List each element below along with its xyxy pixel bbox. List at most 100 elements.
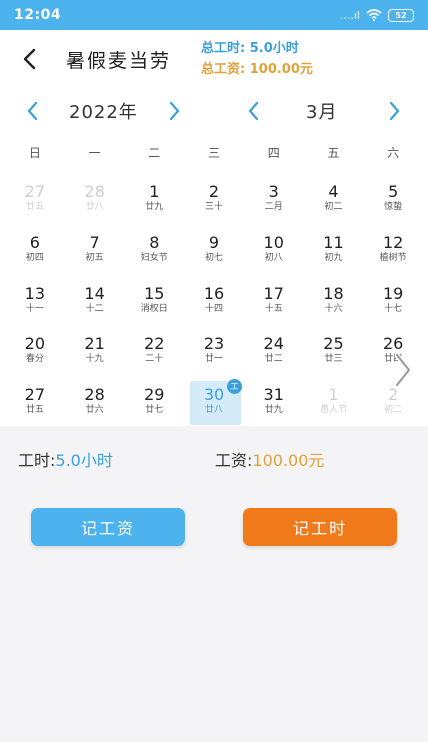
battery-icon: 52 [388,8,414,22]
weekday-label: 三 [208,146,221,160]
lunar-date: 十七 [384,303,403,314]
day-number: 20 [24,334,46,354]
header: 暑假麦当劳 总工时: 5.0小时 总工资: 100.00元 [0,30,428,88]
lunar-date: 十九 [85,354,104,365]
wage-label: 工资: [215,451,253,470]
day-number: 16 [203,283,225,303]
day-number: 1 [149,182,160,201]
calendar-day[interactable]: 28 廿八 [65,175,125,226]
signal-icon: ....ıl [339,8,360,22]
lunar-date: 植树节 [379,252,407,263]
status-time: 12:04 [14,7,62,23]
calendar-day[interactable]: 15 消权日 [124,277,184,328]
day-number: 28 [84,182,105,201]
record-wage-button[interactable]: 记工资 [31,508,185,546]
swipe-next-button[interactable] [388,350,418,390]
calendar-day[interactable]: 14 十二 [65,277,125,328]
day-number: 21 [84,334,105,354]
calendar-day[interactable]: 9 初七 [184,226,244,277]
lunar-date: 廿二 [264,354,283,365]
day-number: 29 [144,385,165,405]
weekday-label: 二 [148,146,161,160]
weekday-label: 日 [28,146,41,160]
total-hours: 总工时: 5.0小时 [201,41,299,56]
day-number: 8 [149,232,160,252]
back-button[interactable] [14,42,44,76]
lunar-date: 廿一 [205,354,224,365]
calendar-day[interactable]: 1 愚人节 [304,378,364,429]
calendar-day[interactable]: 6 初四 [5,226,65,277]
lunar-date: 廿八 [85,202,104,212]
day-number: 19 [382,283,404,303]
day-number: 31 [263,385,284,405]
calendar-day[interactable]: 18 十六 [304,277,364,328]
lunar-date: 初二 [324,202,343,212]
chevron-left-icon [23,48,36,70]
day-number: 27 [24,385,46,405]
weekday-label: 四 [267,146,280,160]
hours-label: 工时: [18,451,56,470]
wage-value: 100.00元 [252,451,325,470]
calendar-day[interactable]: 16 十四 [184,277,244,328]
chevron-left-icon [27,101,38,121]
chevron-right-icon [169,101,180,121]
lunar-date: 廿五 [25,202,44,212]
calendar-day[interactable]: 31 廿九 [244,378,304,429]
calendar-day[interactable]: 17 十五 [244,277,304,328]
calendar-day[interactable]: 20 春分 [5,327,65,378]
calendar-day[interactable]: 1 廿九 [124,175,184,226]
next-year-button[interactable] [163,98,187,124]
calendar: 2022年 3月 日一二三四五六 27 廿五 28 廿八 1 廿九 2 三十 3 二月 4 初二 5 惊蛰… [0,88,428,426]
lunar-date: 廿九 [264,405,283,416]
calendar-day[interactable]: 3 二月 [244,175,304,226]
lunar-date: 初八 [264,252,283,263]
lunar-date: 二月 [264,202,283,212]
calendar-grid: 27 廿五 28 廿八 1 廿九 2 三十 3 二月 4 初二 5 惊蛰 6 初四 7 初五 8 妇女节 9 初七 10 初八… [5,175,423,429]
lunar-date: 十一 [25,303,44,314]
lunar-date: 初四 [25,252,44,263]
wifi-icon [366,9,382,21]
calendar-day[interactable]: 5 惊蛰 [363,175,423,226]
status-icons: ....ıl 52 [339,8,414,22]
calendar-day[interactable]: 25 廿三 [304,327,364,378]
calendar-day[interactable]: 27 廿五 [5,175,65,226]
week-row: 20 春分 21 十九 22 二十 23 廿一 24 廿二 25 廿三 26 廿四 [5,327,423,378]
calendar-day[interactable]: 24 廿二 [244,327,304,378]
prev-month-button[interactable] [241,98,265,124]
calendar-day[interactable]: 4 初二 [304,175,364,226]
record-hours-button[interactable]: 记工时 [243,508,397,546]
calendar-day[interactable]: 7 初五 [65,226,125,277]
calendar-day[interactable]: 22 二十 [124,327,184,378]
day-number: 6 [29,232,40,252]
week-row: 13 十一 14 十二 15 消权日 16 十四 17 十五 18 十六 19 十七 [5,277,423,328]
next-month-button[interactable] [383,98,407,124]
prev-year-button[interactable] [20,98,44,124]
calendar-day[interactable]: 11 初九 [304,226,364,277]
calendar-day[interactable]: 12 植树节 [363,226,423,277]
day-number: 2 [208,182,220,201]
calendar-day-selected[interactable]: 30 廿八工 [184,378,244,429]
lunar-date: 二十 [145,354,164,365]
day-number: 5 [388,182,399,201]
calendar-day[interactable]: 10 初八 [244,226,304,277]
chevron-left-icon [248,101,259,121]
weekday-label: 一 [88,146,101,160]
calendar-day[interactable]: 2 三十 [184,175,244,226]
day-number: 27 [24,182,46,201]
calendar-day[interactable]: 27 廿五 [5,378,65,429]
calendar-day[interactable]: 28 廿六 [65,378,125,429]
day-number: 1 [328,385,339,405]
calendar-day[interactable]: 21 十九 [65,327,125,378]
work-badge: 工 [226,379,242,395]
calendar-day[interactable]: 8 妇女节 [124,226,184,277]
calendar-day[interactable]: 29 廿七 [124,378,184,429]
calendar-day[interactable]: 19 十七 [363,277,423,328]
day-number: 9 [208,232,220,252]
calendar-day[interactable]: 23 廿一 [184,327,244,378]
day-summary: 工时:5.0小时 工资:100.00元 [0,430,428,486]
lunar-date: 惊蛰 [384,202,403,212]
lunar-date: 廿六 [85,405,104,416]
calendar-day[interactable]: 13 十一 [5,277,65,328]
weekday-header: 日一二三四五六 [5,144,423,161]
day-number: 4 [328,182,339,201]
